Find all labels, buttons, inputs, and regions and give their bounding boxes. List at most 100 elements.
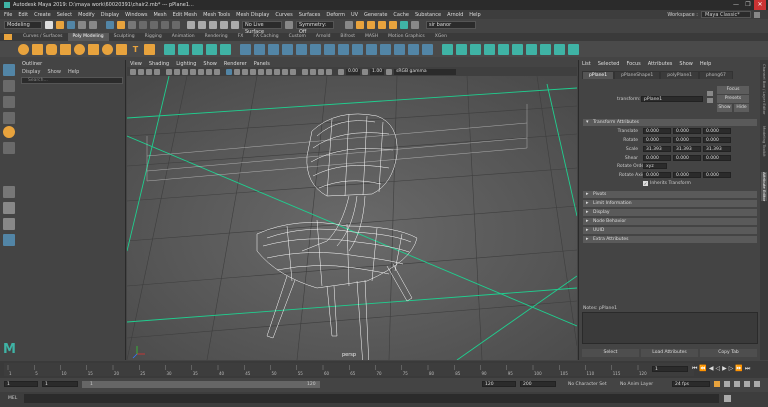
attr-menu-show[interactable]: Show (679, 61, 693, 67)
shelf-tab-fx-caching[interactable]: FX Caching (248, 33, 283, 41)
attr-menu-attributes[interactable]: Attributes (648, 61, 673, 67)
shelf-tab-rendering[interactable]: Rendering (200, 33, 233, 41)
shelf-tab-custom[interactable]: Custom (284, 33, 311, 41)
harden-edge-icon[interactable] (422, 43, 433, 55)
ipr-render-icon[interactable] (378, 21, 386, 29)
attr-tab-polyplane1[interactable]: polyPlane1 (660, 71, 699, 79)
go-to-end-icon[interactable]: ⏭ (745, 365, 750, 373)
bookmark-icon[interactable] (146, 68, 152, 75)
step-back-key-icon[interactable]: ⏪ (699, 365, 706, 373)
menu-mesh-tools[interactable]: Mesh Tools (203, 12, 230, 18)
snap-view-icon[interactable] (220, 21, 228, 29)
fill-hole-icon[interactable] (282, 43, 293, 55)
play-forwards-icon[interactable]: ▶ (722, 365, 727, 373)
arnold-render-icon[interactable] (411, 21, 419, 29)
anim-start-field[interactable]: 1 (4, 381, 38, 387)
menu-file[interactable]: File (4, 12, 12, 18)
snap-grid-icon[interactable] (187, 21, 195, 29)
live-surface-field[interactable]: No Live Surface (242, 21, 282, 35)
playback-start-field[interactable]: 1 (42, 381, 78, 387)
step-forward-key-icon[interactable]: ⏩ (735, 365, 742, 373)
colorspace-dropdown[interactable]: sRGB gamma (394, 68, 457, 75)
section-pivots[interactable]: Pivots (583, 191, 757, 198)
smooth-icon[interactable] (192, 43, 203, 55)
undo-icon[interactable] (78, 21, 86, 29)
wireframe-icon[interactable] (226, 68, 232, 75)
key-icon[interactable] (724, 381, 730, 387)
menu-cache[interactable]: Cache (393, 12, 409, 18)
shelf-tab-motion-graphics[interactable]: Motion Graphics (383, 33, 430, 41)
motion-blur-icon[interactable] (282, 68, 288, 75)
automatic-map-icon[interactable] (470, 43, 481, 55)
normals-icon[interactable] (554, 43, 565, 55)
mel-label[interactable]: MEL (8, 396, 17, 401)
persp-outliner-icon[interactable] (3, 234, 15, 246)
history-icon[interactable] (345, 21, 353, 29)
rotate-x-field[interactable]: 0.000 (643, 137, 671, 143)
camera-select-icon[interactable] (130, 68, 136, 75)
select-object-icon[interactable] (117, 21, 125, 29)
boolean-icon[interactable] (206, 43, 217, 55)
poly-plane-icon[interactable] (88, 43, 99, 55)
menu-surfaces[interactable]: Surfaces (299, 12, 321, 18)
gate-mask-icon[interactable] (190, 68, 196, 75)
workspace-dropdown[interactable]: Maya Classic* (701, 11, 751, 18)
translate-y-field[interactable]: 0.000 (673, 128, 701, 134)
cut-uv-icon[interactable] (512, 43, 523, 55)
offset-edge-loop-icon[interactable] (380, 43, 391, 55)
channel-box-tab[interactable]: Channel Box / Layer Editor (761, 64, 767, 115)
poly-cube-icon[interactable] (32, 43, 43, 55)
play-backwards-icon[interactable]: ◁ (716, 365, 721, 373)
shelf-tab-animation[interactable]: Animation (167, 33, 200, 41)
make-live-icon[interactable] (231, 21, 239, 29)
rotate-axis-z[interactable]: 0.000 (703, 172, 731, 178)
gamma-icon[interactable] (362, 68, 369, 75)
combine-icon[interactable] (164, 43, 175, 55)
target-weld-icon[interactable] (338, 43, 349, 55)
rotate-order-dropdown[interactable]: xyz (643, 163, 667, 169)
mask-icon[interactable] (139, 21, 147, 29)
sew-uv-icon[interactable] (526, 43, 537, 55)
poly-type-icon[interactable]: T (130, 44, 141, 55)
scale-tool-icon[interactable] (3, 142, 15, 154)
paint-select-icon[interactable] (3, 96, 15, 108)
scale-y-field[interactable]: 31.393 (673, 146, 701, 152)
shear-z-field[interactable]: 0.000 (703, 155, 731, 161)
translate-x-field[interactable]: 0.000 (643, 128, 671, 134)
ambient-occlusion-icon[interactable] (274, 68, 280, 75)
inherits-checkbox[interactable]: ✓ (643, 181, 648, 186)
four-view-icon[interactable] (3, 218, 15, 230)
outliner-search-input[interactable]: Search... (21, 77, 123, 84)
shelf-tab-mash[interactable]: MASH (360, 33, 383, 41)
section-limit-information[interactable]: Limit Information (583, 200, 757, 207)
audio-icon[interactable] (734, 381, 740, 387)
camera-attr-icon[interactable] (138, 68, 144, 75)
xray-icon[interactable] (310, 68, 316, 75)
insert-edge-loop-icon[interactable] (366, 43, 377, 55)
step-back-frame-icon[interactable]: ◀ (709, 365, 714, 373)
color-management-icon[interactable] (386, 68, 393, 75)
outliner-menu-show[interactable]: Show (47, 69, 61, 75)
outliner-menu-help[interactable]: Help (68, 69, 79, 75)
extrude-icon[interactable] (240, 43, 251, 55)
unfold-icon[interactable] (484, 43, 495, 55)
menu-mesh-display[interactable]: Mesh Display (236, 12, 269, 18)
menu-display[interactable]: Display (101, 12, 119, 18)
load-attributes-button[interactable]: Load Attributes (641, 349, 698, 357)
shear-x-field[interactable]: 0.000 (643, 155, 671, 161)
append-icon[interactable] (296, 43, 307, 55)
uv-shell-icon[interactable] (540, 43, 551, 55)
merge-icon[interactable] (310, 43, 321, 55)
anti-alias-icon[interactable] (290, 68, 296, 75)
mask-icon-4[interactable] (172, 21, 180, 29)
minimize-button[interactable]: — (730, 0, 742, 10)
separate-icon[interactable] (178, 43, 189, 55)
new-scene-icon[interactable] (45, 21, 53, 29)
render-settings-icon[interactable] (389, 21, 397, 29)
mirror-icon[interactable] (220, 43, 231, 55)
poly-cylinder-icon[interactable] (46, 43, 57, 55)
select-hierarchy-icon[interactable] (106, 21, 114, 29)
mask-icon-2[interactable] (150, 21, 158, 29)
image-plane-icon[interactable] (154, 68, 160, 75)
section-extra-attributes[interactable]: Extra Attributes (583, 236, 757, 243)
